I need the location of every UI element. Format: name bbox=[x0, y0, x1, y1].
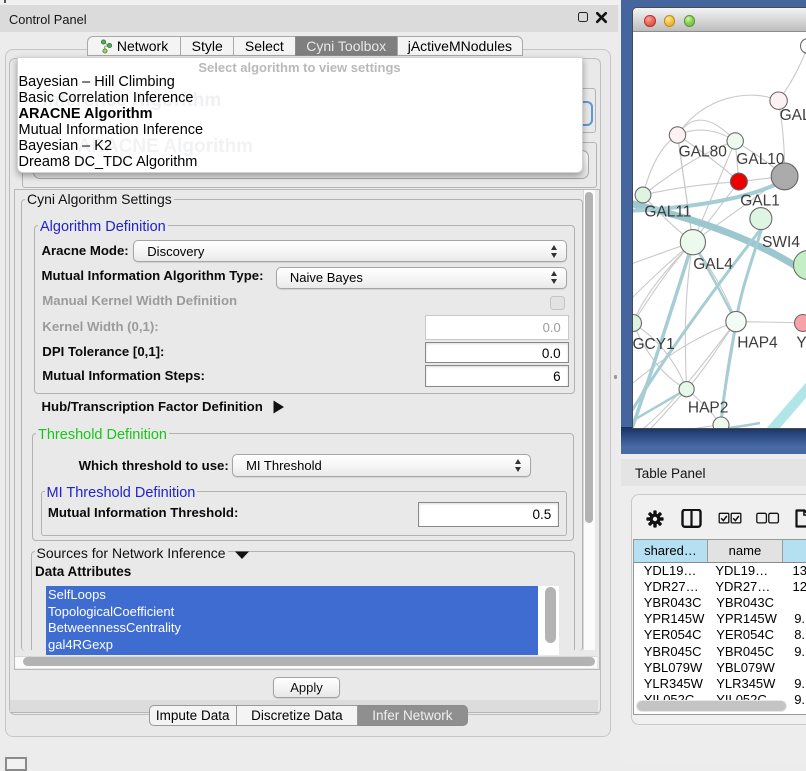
svg-text:GAL80: GAL80 bbox=[679, 143, 728, 160]
svg-text:GAL7: GAL7 bbox=[780, 107, 806, 124]
svg-text:SWI4: SWI4 bbox=[762, 234, 800, 251]
svg-text:GAL1: GAL1 bbox=[740, 192, 780, 209]
svg-text:GAL11: GAL11 bbox=[644, 203, 691, 220]
svg-text:GAL4: GAL4 bbox=[693, 256, 733, 273]
svg-text:Y: Y bbox=[796, 334, 806, 351]
svg-text:GCY1: GCY1 bbox=[633, 336, 675, 353]
svg-text:HAP4: HAP4 bbox=[737, 334, 778, 351]
svg-text:GAL10: GAL10 bbox=[736, 151, 785, 168]
svg-text:HAP2: HAP2 bbox=[688, 399, 729, 416]
